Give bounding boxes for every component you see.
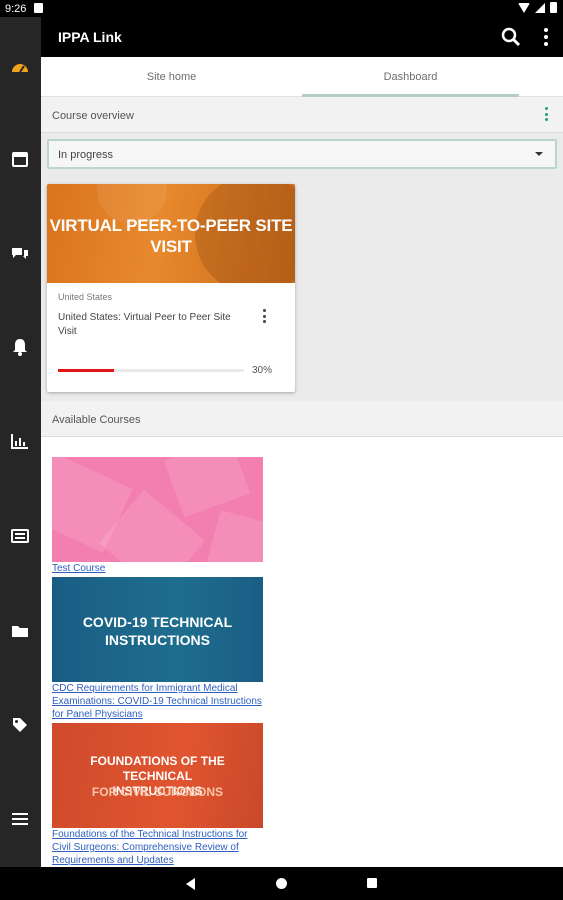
main-content[interactable]: Course overview In progress VIRTUAL PEER… xyxy=(41,97,563,867)
signal-icon xyxy=(535,2,545,13)
home-icon[interactable] xyxy=(276,878,287,889)
messages-icon[interactable] xyxy=(10,244,30,264)
notifications-icon[interactable] xyxy=(10,337,30,357)
course-overview-header: Course overview xyxy=(41,97,563,133)
calendar-icon[interactable] xyxy=(10,149,30,169)
app-title: IPPA Link xyxy=(58,29,122,45)
course-progress-label: 30% xyxy=(252,365,273,376)
course-card-image-title: VIRTUAL PEER-TO-PEER SITE VISIT xyxy=(49,216,293,256)
tab-bar: Site home Dashboard xyxy=(41,57,563,97)
app-bar: IPPA Link xyxy=(41,17,563,57)
course-image-title: COVID-19 TECHNICAL INSTRUCTIONS xyxy=(82,614,233,648)
course-image[interactable]: FOUNDATIONS OF THE TECHNICAL INSTRUCTION… xyxy=(52,723,263,828)
search-icon[interactable] xyxy=(501,27,521,47)
course-progress-fill xyxy=(58,369,114,372)
course-link[interactable]: Test Course xyxy=(52,562,267,575)
available-courses-header: Available Courses xyxy=(41,401,563,437)
status-time: 9:26 xyxy=(5,3,27,15)
course-filter-value: In progress xyxy=(58,149,114,161)
grades-icon[interactable] xyxy=(10,431,30,451)
course-card[interactable]: VIRTUAL PEER-TO-PEER SITE VISIT United S… xyxy=(47,184,295,392)
course-overview-title: Course overview xyxy=(52,110,134,122)
recents-icon[interactable] xyxy=(367,878,377,888)
more-options-icon[interactable] xyxy=(543,28,549,46)
available-courses-list: Test Course COVID-19 TECHNICAL INSTRUCTI… xyxy=(52,457,272,867)
system-nav-bar xyxy=(0,867,563,900)
navigation-rail xyxy=(0,17,41,867)
course-overview-menu-icon[interactable] xyxy=(545,107,549,121)
course-progress-bar xyxy=(58,369,244,372)
list-item: Test Course xyxy=(52,457,272,575)
available-courses-title: Available Courses xyxy=(52,414,141,426)
course-filter-select[interactable]: In progress xyxy=(47,139,557,169)
status-bar: 9:26 xyxy=(0,0,563,17)
sd-card-icon xyxy=(34,3,43,13)
course-card-image[interactable]: VIRTUAL PEER-TO-PEER SITE VISIT xyxy=(47,184,295,283)
dropdown-caret-icon xyxy=(535,152,543,156)
course-link[interactable]: CDC Requirements for Immigrant Medical E… xyxy=(52,682,267,721)
menu-icon[interactable] xyxy=(10,809,30,829)
tab-dashboard[interactable]: Dashboard xyxy=(302,57,519,97)
tab-site-home[interactable]: Site home xyxy=(41,57,302,97)
folder-icon[interactable] xyxy=(10,621,30,641)
status-icons xyxy=(518,2,557,13)
back-icon[interactable] xyxy=(186,878,195,890)
keyboard-icon[interactable] xyxy=(10,526,30,546)
course-image-subtitle: FOR CIVIL SURGEONS xyxy=(91,785,224,799)
tag-icon[interactable] xyxy=(10,715,30,735)
course-link[interactable]: Foundations of the Technical Instruction… xyxy=(52,828,267,867)
course-name[interactable]: United States: Virtual Peer to Peer Site… xyxy=(58,311,238,339)
list-item: FOUNDATIONS OF THE TECHNICAL INSTRUCTION… xyxy=(52,723,272,867)
list-item: COVID-19 TECHNICAL INSTRUCTIONS CDC Requ… xyxy=(52,577,272,721)
course-image[interactable]: COVID-19 TECHNICAL INSTRUCTIONS xyxy=(52,577,263,682)
wifi-icon xyxy=(518,2,530,13)
course-image[interactable] xyxy=(52,457,263,562)
dashboard-icon[interactable] xyxy=(10,57,30,77)
course-overview-area: In progress VIRTUAL PEER-TO-PEER SITE VI… xyxy=(41,133,563,401)
course-card-menu-icon[interactable] xyxy=(263,309,267,323)
battery-icon xyxy=(550,2,557,13)
course-category: United States xyxy=(58,292,113,302)
